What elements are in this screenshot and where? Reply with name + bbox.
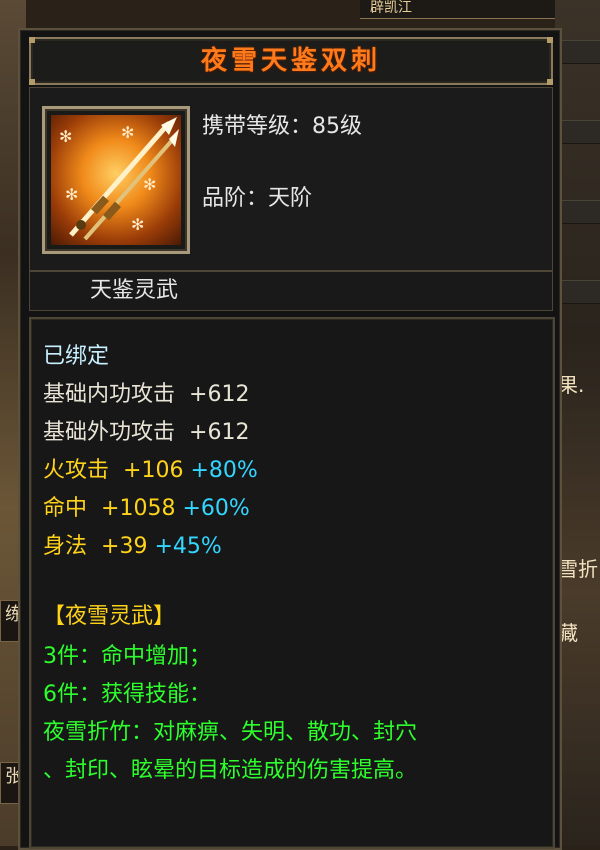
stat-line: 基础外功攻击 +612: [43, 419, 249, 447]
set-effect-line: 夜雪折竹：对麻痹、失明、散功、封穴: [43, 720, 418, 745]
stat-percent: +45%: [154, 534, 222, 559]
stat-line: 身法 +39 +45%: [43, 533, 222, 561]
stat-label: 命中: [43, 496, 88, 521]
background-bar: [560, 120, 600, 144]
stat-value: +106: [123, 458, 184, 483]
item-title-bar: 夜雪天鉴双刺: [29, 37, 553, 85]
set-title: 【夜雪灵武】: [43, 604, 176, 629]
stat-value: +612: [189, 382, 250, 407]
item-icon-frame[interactable]: ✻ ✻ ✻ ✻ ✻: [42, 106, 190, 254]
set-effect-line: 6件：获得技能：: [43, 682, 211, 707]
item-stats-panel: 已绑定 基础内功攻击 +612 基础外功攻击 +612 火攻击 +106 +80…: [29, 317, 555, 849]
item-header-panel: ✻ ✻ ✻ ✻ ✻ 携带等级：85级 品阶：天阶: [29, 87, 553, 271]
stat-line: 火攻击 +106 +80%: [43, 457, 258, 485]
set-effect-line: 、封印、眩晕的目标造成的伤害提高。: [43, 758, 418, 783]
bound-status: 已绑定: [43, 344, 110, 369]
stat-label: 基础内功攻击: [43, 382, 176, 407]
background-fragment-right-1: 果.: [558, 373, 585, 397]
stat-label: 身法: [43, 534, 88, 559]
stat-line: 命中 +1058 +60%: [43, 495, 250, 523]
stat-percent: +60%: [182, 496, 250, 521]
stat-line: 基础内功攻击 +612: [43, 381, 249, 409]
item-category: 天鉴灵武: [90, 278, 179, 303]
twin-dagger-icon: ✻ ✻ ✻ ✻ ✻: [51, 115, 181, 245]
item-grade: 品阶：天阶: [202, 186, 313, 211]
item-category-panel: 天鉴灵武: [29, 271, 553, 311]
stat-label: 基础外功攻击: [43, 420, 176, 445]
level-requirement: 携带等级：85级: [202, 114, 362, 139]
stat-value: +1058: [101, 496, 176, 521]
background-fragment-right-3: 藏: [558, 621, 578, 645]
stat-percent: +80%: [190, 458, 258, 483]
background-bar: [560, 40, 600, 64]
stat-label: 火攻击: [43, 458, 110, 483]
item-name: 夜雪天鉴双刺: [200, 46, 381, 76]
background-bar: [560, 200, 600, 224]
background-bar: [560, 280, 600, 304]
item-tooltip: 夜雪天鉴双刺 ✻ ✻ ✻ ✻ ✻ 携带等级：85级 品阶：天阶 天鉴灵武 已绑定…: [18, 28, 562, 850]
background-fragment-right-2: 雪折: [558, 557, 598, 581]
set-effect-line: 3件：命中增加；: [43, 644, 211, 669]
stat-value: +39: [101, 534, 148, 559]
stat-value: +612: [189, 420, 250, 445]
